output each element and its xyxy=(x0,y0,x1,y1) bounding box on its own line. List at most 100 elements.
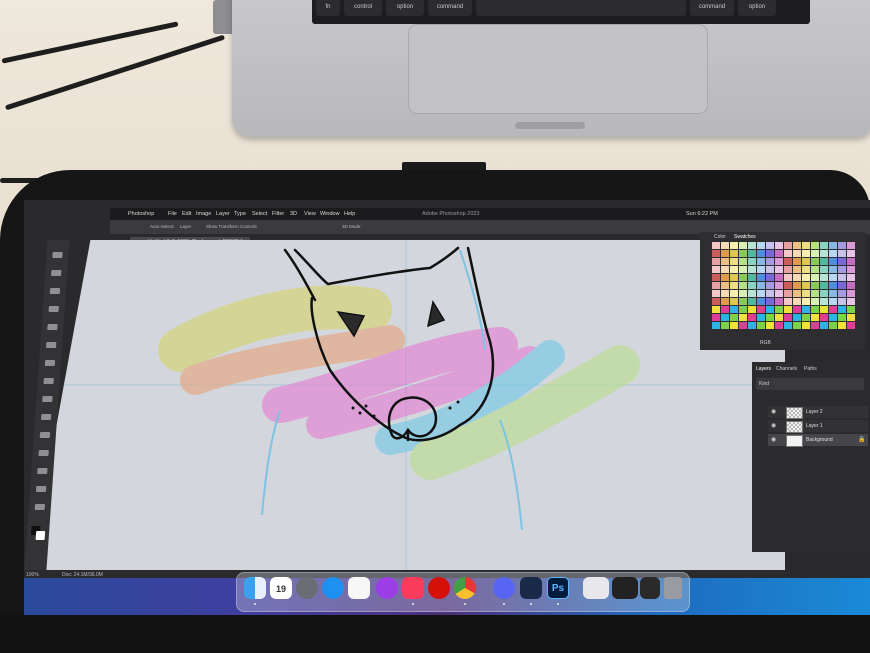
menu-type[interactable]: Type xyxy=(234,208,246,220)
color-swatch xyxy=(775,298,783,305)
gradient-tool-icon[interactable] xyxy=(39,432,51,438)
swatch-grid[interactable] xyxy=(712,242,860,336)
auto-select-label[interactable]: Auto-Select: xyxy=(150,220,175,234)
eyedropper-icon[interactable] xyxy=(45,342,57,348)
color-swatch xyxy=(739,282,747,289)
tab-color[interactable]: Color xyxy=(714,232,726,242)
xcode-icon[interactable] xyxy=(520,577,542,599)
color-swatch xyxy=(757,282,765,289)
color-swatch xyxy=(757,258,765,265)
lasso-tool-icon[interactable] xyxy=(49,288,61,294)
layer-thumbnail xyxy=(786,421,803,433)
color-swatch xyxy=(730,322,738,329)
discord-icon[interactable] xyxy=(493,577,515,599)
visibility-eye-icon[interactable]: ◉ xyxy=(771,408,776,415)
key-control[interactable]: control xyxy=(344,0,382,16)
menu-file[interactable]: File xyxy=(168,208,177,220)
color-swatch xyxy=(820,274,828,281)
brush-tool-icon[interactable] xyxy=(43,378,54,384)
color-swatch xyxy=(811,306,819,313)
minimized-window[interactable] xyxy=(583,577,609,599)
color-swatch xyxy=(838,258,846,265)
menu-image[interactable]: Image xyxy=(196,208,211,220)
music-icon[interactable] xyxy=(402,577,424,599)
color-swatch xyxy=(811,274,819,281)
color-swatch xyxy=(775,266,783,273)
color-swatch xyxy=(739,242,747,249)
key-option[interactable]: option xyxy=(386,0,424,16)
color-swatch xyxy=(820,266,828,273)
lastfm-icon[interactable] xyxy=(428,577,450,599)
visibility-eye-icon[interactable]: ◉ xyxy=(771,422,776,429)
menu-filter[interactable]: Filter xyxy=(272,208,284,220)
marquee-tool-icon[interactable] xyxy=(51,270,62,276)
layer-filter-kind[interactable]: Kind xyxy=(759,378,769,390)
menu-help[interactable]: Help xyxy=(344,208,355,220)
dog-drawing xyxy=(30,240,785,570)
menu-select[interactable]: Select xyxy=(252,208,267,220)
menu-layer[interactable]: Layer xyxy=(216,208,230,220)
color-swatch xyxy=(793,314,801,321)
color-swatch xyxy=(775,274,783,281)
color-swatch xyxy=(748,274,756,281)
color-swatch xyxy=(847,242,855,249)
healing-brush-icon[interactable] xyxy=(44,360,56,366)
trackpad[interactable] xyxy=(408,24,708,114)
menu-edit[interactable]: Edit xyxy=(182,208,191,220)
visibility-eye-icon[interactable]: ◉ xyxy=(771,436,776,443)
color-swatch xyxy=(721,290,729,297)
layer-select[interactable]: Layer xyxy=(180,220,191,234)
menu-view[interactable]: View xyxy=(304,208,316,220)
hand-tool-icon[interactable] xyxy=(35,486,47,492)
key-space[interactable] xyxy=(476,0,686,16)
color-swatch xyxy=(829,306,837,313)
magic-wand-icon[interactable] xyxy=(48,306,59,312)
color-swatch xyxy=(802,282,810,289)
menu-photoshop[interactable]: Photoshop xyxy=(128,208,154,220)
color-swatch xyxy=(721,306,729,313)
crop-tool-icon[interactable] xyxy=(47,324,58,330)
tab-swatches[interactable]: Swatches xyxy=(734,232,756,242)
podcasts-icon[interactable] xyxy=(376,577,398,599)
color-swatch xyxy=(757,266,765,273)
safari-icon[interactable] xyxy=(322,577,344,599)
chrome-icon[interactable] xyxy=(454,577,476,599)
notes-icon[interactable] xyxy=(348,577,370,599)
clone-stamp-icon[interactable] xyxy=(42,396,53,402)
photoshop-canvas[interactable] xyxy=(30,240,785,570)
show-transform-controls[interactable]: Show Transform Controls xyxy=(206,220,257,234)
menu-clock[interactable]: Sun 6:22 PM xyxy=(686,208,718,220)
color-swatch xyxy=(721,298,729,305)
type-tool-icon[interactable] xyxy=(37,468,48,474)
key-fn[interactable]: fn xyxy=(316,0,340,16)
tab-channels[interactable]: Channels xyxy=(776,364,797,374)
color-swatch xyxy=(757,242,765,249)
color-swatch xyxy=(838,250,846,257)
laptop-keyboard: fn control option command command option xyxy=(312,0,810,24)
key-option-right[interactable]: option xyxy=(738,0,776,16)
key-command-right[interactable]: command xyxy=(690,0,734,16)
layers-panel xyxy=(752,362,870,552)
finder-icon[interactable] xyxy=(244,577,266,599)
menu-window[interactable]: Window xyxy=(320,208,340,220)
layer-filter-row[interactable] xyxy=(756,378,864,390)
photoshop-icon[interactable]: Ps xyxy=(547,577,569,599)
zoom-tool-icon[interactable] xyxy=(34,504,46,510)
trash-icon[interactable] xyxy=(664,577,682,599)
background-color-icon[interactable] xyxy=(35,531,46,540)
3d-mode-label: 3D Mode: xyxy=(342,224,362,229)
tab-paths[interactable]: Paths xyxy=(804,364,817,374)
tab-layers[interactable]: Layers xyxy=(756,364,771,374)
color-swatch xyxy=(811,242,819,249)
eraser-tool-icon[interactable] xyxy=(40,414,52,420)
color-swatch xyxy=(712,290,720,297)
color-swatch xyxy=(784,266,792,273)
minimized-window[interactable] xyxy=(640,577,660,599)
minimized-window[interactable] xyxy=(612,577,638,599)
rocket-icon[interactable] xyxy=(296,577,318,599)
move-tool-icon[interactable] xyxy=(52,252,63,258)
pen-tool-icon[interactable] xyxy=(38,450,49,456)
color-swatch xyxy=(775,250,783,257)
menu-3d[interactable]: 3D xyxy=(290,208,297,220)
key-command[interactable]: command xyxy=(428,0,472,16)
